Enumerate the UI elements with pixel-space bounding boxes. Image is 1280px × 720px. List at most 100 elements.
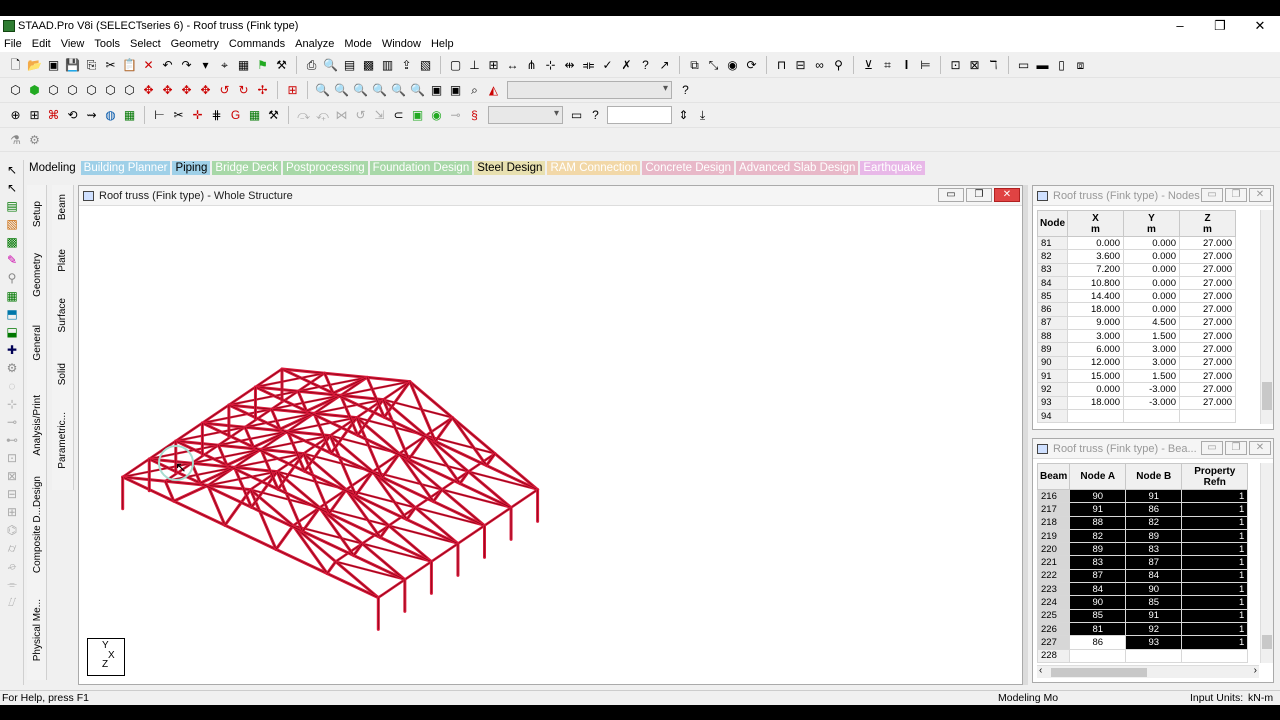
beams-cell[interactable]: 1 xyxy=(1181,515,1249,530)
beams-row[interactable]: 220 89 83 1 xyxy=(1036,542,1249,557)
plate-select-icon[interactable]: ▧ xyxy=(2,216,22,232)
beams-cell[interactable]: 91 xyxy=(1125,488,1183,504)
iso-view-icon[interactable]: ⬡ xyxy=(7,82,24,99)
nodes-row-header[interactable]: 83 xyxy=(1037,262,1068,277)
scroll-left-icon[interactable]: ‹ xyxy=(1039,665,1042,676)
grid-icon[interactable]: ⊹ xyxy=(542,57,559,74)
scroll-right-icon[interactable]: › xyxy=(1254,665,1257,676)
circle-icon[interactable]: ⟲ xyxy=(64,107,81,124)
nodes-cell[interactable]: 6.000 xyxy=(1067,342,1124,357)
beams-cell[interactable]: 91 xyxy=(1125,608,1183,623)
workflow-tab-ram-connection[interactable]: RAM Connection xyxy=(547,161,641,175)
view-manage-icon[interactable]: ▬ xyxy=(1034,57,1051,74)
nodes-row-header[interactable]: 82 xyxy=(1037,249,1068,264)
load-icon[interactable]: ⊨ xyxy=(917,57,934,74)
beams-cell[interactable]: 82 xyxy=(1125,515,1183,530)
beams-cell[interactable]: 88 xyxy=(1069,515,1127,530)
nodes-row-header[interactable]: 91 xyxy=(1037,368,1068,384)
geom-i-icon[interactable]: ⊡ xyxy=(2,450,22,466)
magnet-icon[interactable]: ⊂ xyxy=(390,107,407,124)
beams-row[interactable]: 224 90 85 1 xyxy=(1036,595,1249,610)
beam-cursor-icon[interactable]: ⊓ xyxy=(773,57,790,74)
beams-row[interactable]: 226 81 92 1 xyxy=(1036,621,1249,637)
new-file-icon[interactable]: 🗋 xyxy=(7,57,24,74)
nodes-cell[interactable]: 14.400 xyxy=(1067,289,1124,304)
nodes-row-header[interactable]: 88 xyxy=(1037,329,1068,344)
beams-cell[interactable]: 86 xyxy=(1069,635,1127,650)
beams-hscrollbar[interactable]: ‹ › xyxy=(1037,665,1259,678)
nodes-cell[interactable]: 3.600 xyxy=(1067,249,1124,264)
report-setup-icon[interactable]: ▧ xyxy=(417,57,434,74)
beams-cell[interactable]: 1 xyxy=(1181,582,1249,597)
nodes-cell[interactable]: 9.000 xyxy=(1067,315,1124,331)
beams-cell[interactable]: 90 xyxy=(1069,595,1127,610)
nodes-cell[interactable]: 0.000 xyxy=(1123,302,1180,317)
geom-h-icon[interactable]: ⊷ xyxy=(2,432,22,448)
nodes-row-header[interactable]: 92 xyxy=(1037,382,1068,397)
print-icon[interactable]: ⎙ xyxy=(303,57,320,74)
nodes-row[interactable]: 92 0.000 -3.000 27.000 xyxy=(1037,382,1236,397)
display-toggle-icon[interactable]: ▭ xyxy=(568,107,585,124)
menu-commands[interactable]: Commands xyxy=(225,38,291,50)
display-view-icon[interactable]: ▣ xyxy=(447,82,464,99)
select-combo[interactable] xyxy=(488,106,563,124)
geom-f-icon[interactable]: ⊹ xyxy=(2,396,22,412)
measure-icon[interactable]: ↔ xyxy=(504,57,521,74)
mirror-icon[interactable]: ⋈ xyxy=(333,107,350,124)
save-icon[interactable]: 💾 xyxy=(64,57,81,74)
nodes-row-header[interactable]: 93 xyxy=(1037,395,1068,410)
beams-row-header[interactable]: 220 xyxy=(1036,542,1071,557)
geometry-cursor-icon[interactable]: ⊻ xyxy=(860,57,877,74)
nodes-cell[interactable]: 27.000 xyxy=(1179,382,1236,397)
cut-icon[interactable]: ✂ xyxy=(102,57,119,74)
beams-cell[interactable]: 93 xyxy=(1125,635,1183,650)
top-view-icon[interactable]: ⬡ xyxy=(102,82,119,99)
menu-file[interactable]: File xyxy=(0,38,28,50)
beams-table[interactable]: Beam Node A Node B Property Refn 216 90 91 1 217… xyxy=(1036,463,1249,663)
tab-solid[interactable]: Solid xyxy=(52,357,72,391)
beams-cell[interactable] xyxy=(1069,648,1127,663)
beams-cell[interactable]: 84 xyxy=(1069,582,1127,597)
nodes-cell[interactable]: -3.000 xyxy=(1123,395,1180,410)
workflow-tab-foundation-design[interactable]: Foundation Design xyxy=(369,161,473,175)
beams-row-header[interactable]: 218 xyxy=(1036,515,1071,530)
nodes-cell[interactable]: 27.000 xyxy=(1179,315,1236,331)
nodes-cell[interactable]: 27.000 xyxy=(1179,355,1236,370)
picture-icon[interactable]: ▩ xyxy=(360,57,377,74)
nodes-cell[interactable]: 3.000 xyxy=(1123,355,1180,370)
menu-geometry[interactable]: Geometry xyxy=(167,38,225,50)
menu-select[interactable]: Select xyxy=(126,38,167,50)
truss-model[interactable] xyxy=(80,207,1020,682)
rotate-right-icon[interactable]: ✥ xyxy=(197,82,214,99)
check-icon[interactable]: ✓ xyxy=(599,57,616,74)
tab-physical-member[interactable]: Physical Me... xyxy=(27,599,47,661)
nodes-row[interactable]: 90 12.000 3.000 27.000 xyxy=(1037,355,1236,370)
close-button[interactable]: ✕ xyxy=(1240,16,1280,36)
beams-cell[interactable]: 90 xyxy=(1125,582,1183,597)
beams-cell[interactable]: 1 xyxy=(1181,555,1249,570)
nodes-cell[interactable]: 27.000 xyxy=(1179,262,1236,277)
nodes-cell[interactable]: 27.000 xyxy=(1179,342,1236,357)
nodes-cell[interactable]: 27.000 xyxy=(1179,289,1236,304)
nodes-cell[interactable] xyxy=(1179,408,1236,424)
section-icon[interactable]: ⧉ xyxy=(686,57,703,74)
nodes-col-header[interactable]: Zm xyxy=(1179,210,1236,237)
beams-row-header[interactable]: 228 xyxy=(1036,648,1071,663)
geom-k-icon[interactable]: ⊟ xyxy=(2,486,22,502)
nodes-col-header[interactable]: Xm xyxy=(1067,210,1124,237)
menu-view[interactable]: View xyxy=(57,38,91,50)
nodes-row[interactable]: 94 xyxy=(1037,408,1236,424)
solid-select-icon[interactable]: ✎ xyxy=(2,252,22,268)
copy-icon[interactable]: ⎘ xyxy=(83,57,100,74)
beams-cell[interactable]: 85 xyxy=(1125,595,1183,610)
menu-tools[interactable]: Tools xyxy=(90,38,126,50)
tab-analysis-print[interactable]: Analysis/Print xyxy=(27,385,47,465)
zoom-out-icon[interactable]: 🔍 xyxy=(371,82,388,99)
structure-restore-button[interactable]: ❐ xyxy=(966,188,992,202)
beams-row-header[interactable]: 225 xyxy=(1036,608,1071,623)
geom-q-icon[interactable]: ⌰ xyxy=(2,594,22,610)
tab-composite-design[interactable]: Composite D... xyxy=(27,505,47,575)
export-icon[interactable]: ⇪ xyxy=(398,57,415,74)
beams-close-button[interactable]: ✕ xyxy=(1249,441,1271,455)
tool-a-icon[interactable]: ⚗ xyxy=(7,131,24,148)
